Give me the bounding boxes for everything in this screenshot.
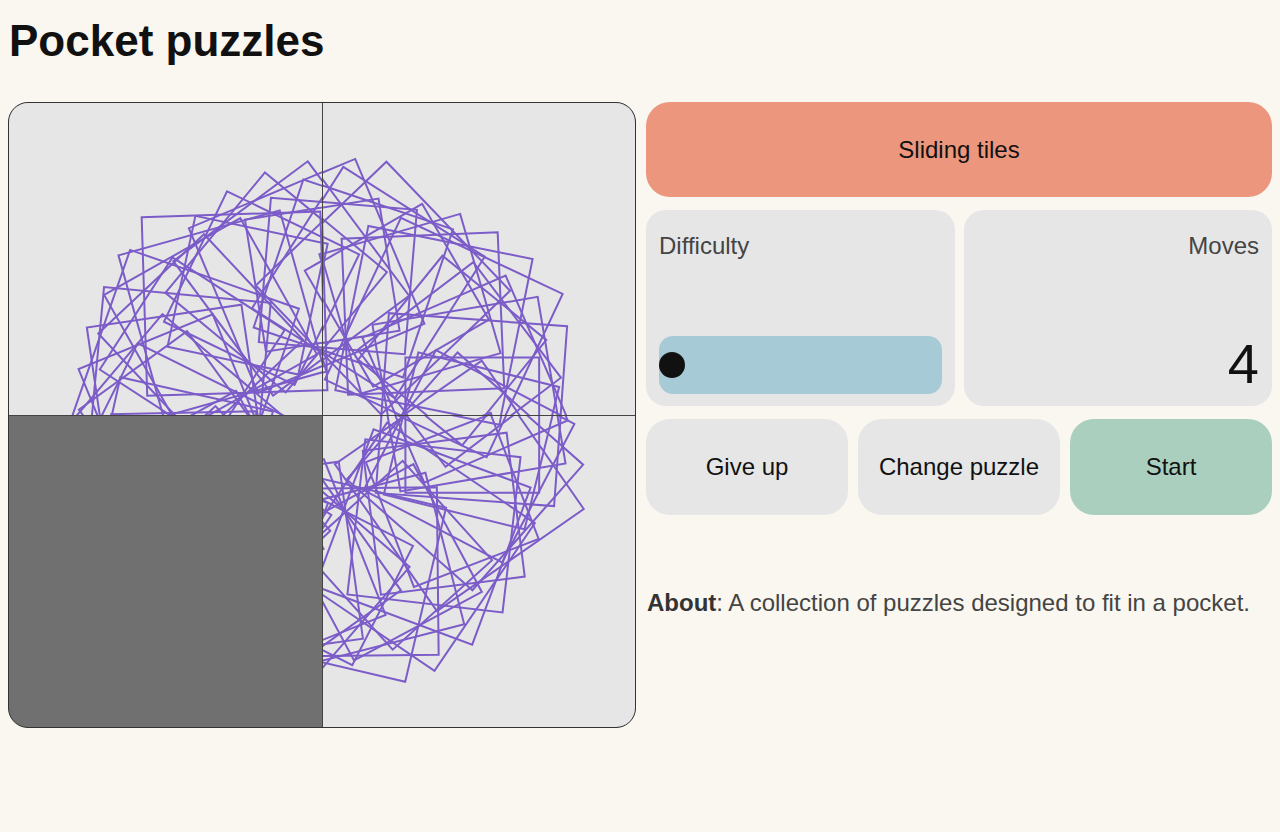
moves-count: 4 — [1228, 334, 1259, 394]
puzzle-board — [8, 102, 636, 728]
about-text: About: A collection of puzzles designed … — [647, 588, 1272, 617]
action-button[interactable]: Start — [1070, 419, 1272, 515]
spirograph-icon — [323, 103, 636, 415]
game-selector[interactable]: Sliding tiles — [646, 102, 1272, 197]
moves-card: Moves 4 — [964, 210, 1273, 406]
stats: Difficulty Moves 4 — [646, 210, 1272, 406]
main: Sliding tiles Difficulty Moves 4 Give upChan… — [8, 102, 1272, 728]
puzzle-tile[interactable] — [9, 103, 322, 415]
button-row: Give upChange puzzleStart — [646, 419, 1272, 515]
difficulty-card: Difficulty — [646, 210, 955, 406]
about-heading: About — [647, 589, 716, 616]
action-button[interactable]: Change puzzle — [858, 419, 1060, 515]
app-title: Pocket puzzles — [9, 14, 1272, 68]
puzzle-tile[interactable] — [323, 103, 636, 415]
empty-slot[interactable] — [9, 416, 322, 728]
difficulty-slider[interactable] — [659, 336, 942, 394]
slider-knob[interactable] — [659, 352, 685, 378]
page: Pocket puzzles Sliding tiles Difficulty Mov… — [0, 0, 1280, 832]
side-panel: Sliding tiles Difficulty Moves 4 Give upChan… — [646, 102, 1272, 617]
spirograph-icon — [323, 416, 636, 728]
moves-label: Moves — [1188, 232, 1259, 260]
puzzle-tile[interactable] — [323, 416, 636, 728]
spirograph-icon — [9, 103, 322, 415]
action-button[interactable]: Give up — [646, 419, 848, 515]
difficulty-label: Difficulty — [659, 232, 942, 260]
